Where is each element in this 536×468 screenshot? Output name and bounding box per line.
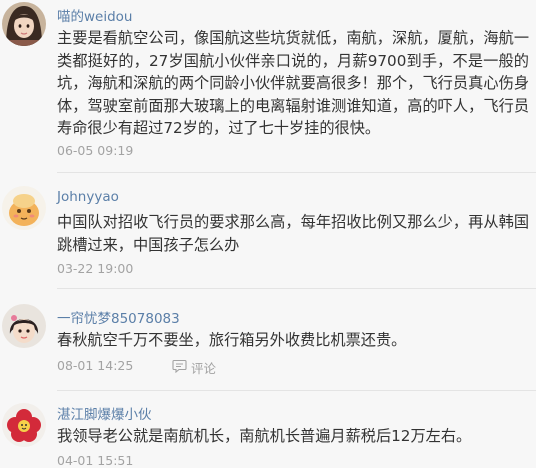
comment-bubble-icon bbox=[172, 359, 187, 373]
comment-username[interactable]: 湛江脚爆爆小伙 bbox=[57, 403, 152, 423]
comment-divider bbox=[57, 172, 536, 173]
comment-time: 03-22 19:00 bbox=[57, 261, 134, 276]
comment-time: 06-05 09:19 bbox=[57, 143, 134, 158]
comment-text: 春秋航空千万不要坐，旅行箱另外收费比机票还贵。 bbox=[57, 331, 407, 349]
comment-text: 中国队对招收飞行员的要求那么高，每年招收比例又那么少，再从韩国跳槽过来，中国孩子… bbox=[57, 213, 529, 254]
comment-time: 04-01 15:51 bbox=[57, 453, 134, 468]
comment-item: 湛江脚爆爆小伙 我领导老公就是南航机长，南航机长普遍月薪税后12万左右。 04-… bbox=[0, 398, 536, 468]
comment-reply-button[interactable]: 评论 bbox=[172, 358, 232, 376]
girl-avatar-icon[interactable] bbox=[2, 2, 46, 46]
comment-text: 主要是看航空公司，像国航这些坑货就低，南航，深航，厦航，海航一类都挺好的，27岁… bbox=[57, 29, 529, 137]
comment-item: Johnyyao 中国队对招收飞行员的要求那么高，每年招收比例又那么少，再从韩国… bbox=[0, 180, 536, 280]
comment-reply-label: 评论 bbox=[191, 361, 217, 376]
cartoon-avatar-icon[interactable] bbox=[2, 186, 46, 230]
comment-username[interactable]: 一帘忧梦85078083 bbox=[57, 307, 180, 327]
comment-divider bbox=[57, 288, 536, 289]
child-avatar-icon[interactable] bbox=[2, 304, 46, 348]
comment-item: 喵的weidou 主要是看航空公司，像国航这些坑货就低，南航，深航，厦航，海航一… bbox=[0, 0, 536, 163]
comment-username[interactable]: 喵的weidou bbox=[57, 5, 132, 25]
comment-username[interactable]: Johnyyao bbox=[57, 189, 119, 205]
comment-item: 一帘忧梦85078083 春秋航空千万不要坐，旅行箱另外收费比机票还贵。 08-… bbox=[0, 296, 536, 382]
comment-divider bbox=[57, 390, 536, 391]
comment-time: 08-01 14:25 bbox=[57, 358, 134, 373]
comment-text: 我领导老公就是南航机长，南航机长普遍月薪税后12万左右。 bbox=[57, 427, 472, 445]
red-flower-avatar-icon[interactable] bbox=[2, 403, 46, 447]
